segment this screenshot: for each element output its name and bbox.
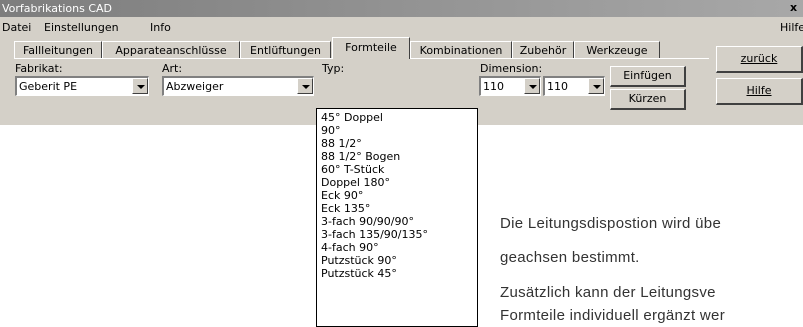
menu-einstellungen[interactable]: Einstellungen bbox=[44, 21, 119, 34]
kuerzen-button[interactable]: Kürzen bbox=[610, 89, 686, 110]
typ-option[interactable]: Putzstück 45° bbox=[321, 268, 397, 280]
typ-option[interactable]: 60° T-Stück bbox=[321, 164, 384, 176]
typ-option[interactable]: 3-fach 90/90/90° bbox=[321, 216, 414, 228]
typ-option[interactable]: 3-fach 135/90/135° bbox=[321, 229, 428, 241]
chevron-down-icon bbox=[593, 85, 601, 89]
application-window: Vorfabrikations CAD x Datei Einstellunge… bbox=[0, 0, 803, 125]
hilfe-button[interactable]: Hilfe bbox=[716, 78, 803, 105]
fabrikat-label: Fabrikat: bbox=[15, 62, 63, 75]
zurueck-button[interactable]: zurück bbox=[716, 46, 803, 73]
dimension-1-select[interactable]: 110 bbox=[479, 76, 541, 96]
typ-label: Typ: bbox=[322, 62, 345, 75]
menu-hilfe[interactable]: Hilfe bbox=[780, 21, 803, 34]
title-bar: Vorfabrikations CAD x bbox=[0, 0, 803, 17]
dimension-1-dropdown-button[interactable] bbox=[524, 78, 540, 94]
typ-dropdown-list[interactable]: 45° Doppel 90° 88 1/2° 88 1/2° Bogen 60°… bbox=[316, 108, 478, 327]
tab-formteile[interactable]: Formteile bbox=[332, 37, 410, 59]
typ-option[interactable]: 88 1/2° Bogen bbox=[321, 151, 400, 163]
window-title: Vorfabrikations CAD bbox=[2, 2, 112, 15]
fabrikat-select[interactable]: Geberit PE bbox=[15, 76, 149, 96]
fabrikat-dropdown-button[interactable] bbox=[132, 78, 148, 94]
doc-text-line: Zusätzlich kann der Leitungsve bbox=[500, 284, 716, 301]
tab-werkzeuge[interactable]: Werkzeuge bbox=[574, 41, 660, 58]
typ-option[interactable]: 88 1/2° bbox=[321, 138, 362, 150]
menu-info[interactable]: Info bbox=[150, 21, 171, 34]
dimension-2-value: 110 bbox=[547, 80, 568, 93]
menu-datei[interactable]: Datei bbox=[2, 21, 31, 34]
dimension-label: Dimension: bbox=[480, 62, 543, 75]
close-icon[interactable]: x bbox=[790, 1, 797, 14]
menu-bar: Datei Einstellungen Info Hilfe bbox=[0, 19, 803, 37]
typ-option[interactable]: Doppel 180° bbox=[321, 177, 390, 189]
doc-text-line: Formteile individuell ergänzt wer bbox=[500, 307, 725, 324]
fabrikat-value: Geberit PE bbox=[19, 80, 78, 93]
doc-text-line: Die Leitungsdispostion wird übe bbox=[500, 215, 722, 232]
typ-option[interactable]: Eck 135° bbox=[321, 203, 370, 215]
art-dropdown-button[interactable] bbox=[297, 78, 313, 94]
chevron-down-icon bbox=[302, 85, 310, 89]
chevron-down-icon bbox=[529, 85, 537, 89]
typ-option[interactable]: 45° Doppel bbox=[321, 112, 383, 124]
art-label: Art: bbox=[162, 62, 183, 75]
typ-option[interactable]: Eck 90° bbox=[321, 190, 363, 202]
art-value: Abzweiger bbox=[166, 80, 224, 93]
dimension-2-select[interactable]: 110 bbox=[543, 76, 605, 96]
art-select[interactable]: Abzweiger bbox=[162, 76, 314, 96]
tab-kombinationen[interactable]: Kombinationen bbox=[410, 41, 512, 58]
tab-fallleitungen[interactable]: Fallleitungen bbox=[14, 41, 102, 58]
dimension-1-value: 110 bbox=[483, 80, 504, 93]
tab-zubehoer[interactable]: Zubehör bbox=[512, 41, 574, 58]
typ-option[interactable]: Putzstück 90° bbox=[321, 255, 397, 267]
chevron-down-icon bbox=[137, 85, 145, 89]
tab-apparateanschluesse[interactable]: Apparateanschlüsse bbox=[102, 41, 240, 58]
typ-option[interactable]: 4-fach 90° bbox=[321, 242, 379, 254]
einfuegen-button[interactable]: Einfügen bbox=[610, 66, 686, 87]
doc-text-line: geachsen bestimmt. bbox=[500, 249, 640, 266]
dimension-2-dropdown-button[interactable] bbox=[588, 78, 604, 94]
typ-option[interactable]: 90° bbox=[321, 125, 341, 137]
tab-entlueftungen[interactable]: Entlüftungen bbox=[240, 41, 331, 58]
